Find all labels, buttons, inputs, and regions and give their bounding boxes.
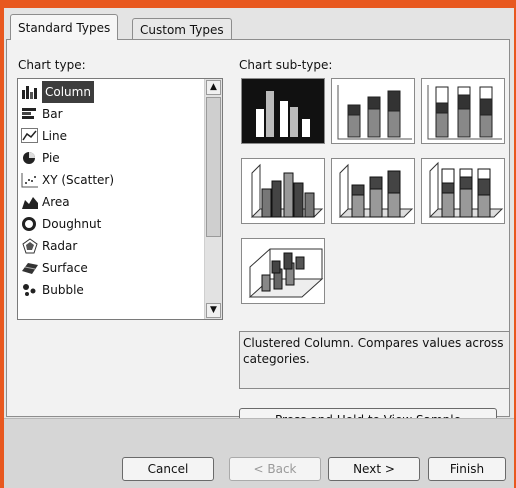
list-item[interactable]: Surface <box>21 257 201 279</box>
finish-button[interactable]: Finish <box>428 457 506 481</box>
scatter-chart-icon <box>21 172 39 188</box>
next-button[interactable]: Next > <box>328 457 420 481</box>
scroll-up-icon[interactable]: ▲ <box>206 80 221 95</box>
list-item[interactable]: XY (Scatter) <box>21 169 201 191</box>
bar-chart-icon <box>21 106 39 122</box>
subtype-100-stacked-column-3d[interactable] <box>421 158 505 224</box>
subtype-description: Clustered Column. Compares values across… <box>239 331 510 389</box>
scroll-down-icon[interactable]: ▼ <box>206 303 221 318</box>
list-item[interactable]: Bar <box>21 103 201 125</box>
list-item[interactable]: Column <box>21 81 201 103</box>
list-item[interactable]: Line <box>21 125 201 147</box>
list-item[interactable]: Pie <box>21 147 201 169</box>
line-chart-icon <box>21 128 39 144</box>
area-chart-icon <box>21 194 39 210</box>
subtype-3d-column[interactable] <box>241 238 325 304</box>
chart-type-list[interactable]: Column Bar Line Pie XY (Scatter) Area Do… <box>17 78 223 320</box>
cancel-button[interactable]: Cancel <box>122 457 214 481</box>
list-item[interactable]: Radar <box>21 235 201 257</box>
list-item[interactable]: Bubble <box>21 279 201 301</box>
back-button[interactable]: < Back <box>229 457 321 481</box>
list-item[interactable]: Doughnut <box>21 213 201 235</box>
subtype-stacked-column[interactable] <box>331 78 415 144</box>
subtype-stacked-column-3d[interactable] <box>331 158 415 224</box>
chart-subtype-label: Chart sub-type: <box>239 58 333 72</box>
scroll-thumb[interactable] <box>206 97 221 237</box>
radar-chart-icon <box>21 238 39 254</box>
surface-chart-icon <box>21 260 39 276</box>
tab-custom-types[interactable]: Custom Types <box>132 18 232 40</box>
column-chart-icon <box>21 84 39 100</box>
bubble-chart-icon <box>21 282 39 298</box>
chart-type-label: Chart type: <box>18 58 86 72</box>
chart-type-scrollbar[interactable]: ▲ ▼ <box>204 79 222 319</box>
subtype-clustered-column[interactable] <box>241 78 325 144</box>
subtype-clustered-column-3d[interactable] <box>241 158 325 224</box>
chart-wizard-dialog: Standard Types Custom Types Chart type: … <box>4 8 514 488</box>
pie-chart-icon <box>21 150 39 166</box>
tab-standard-types[interactable]: Standard Types <box>10 14 119 40</box>
list-item[interactable]: Area <box>21 191 201 213</box>
doughnut-chart-icon <box>21 216 39 232</box>
subtype-100-stacked-column[interactable] <box>421 78 505 144</box>
